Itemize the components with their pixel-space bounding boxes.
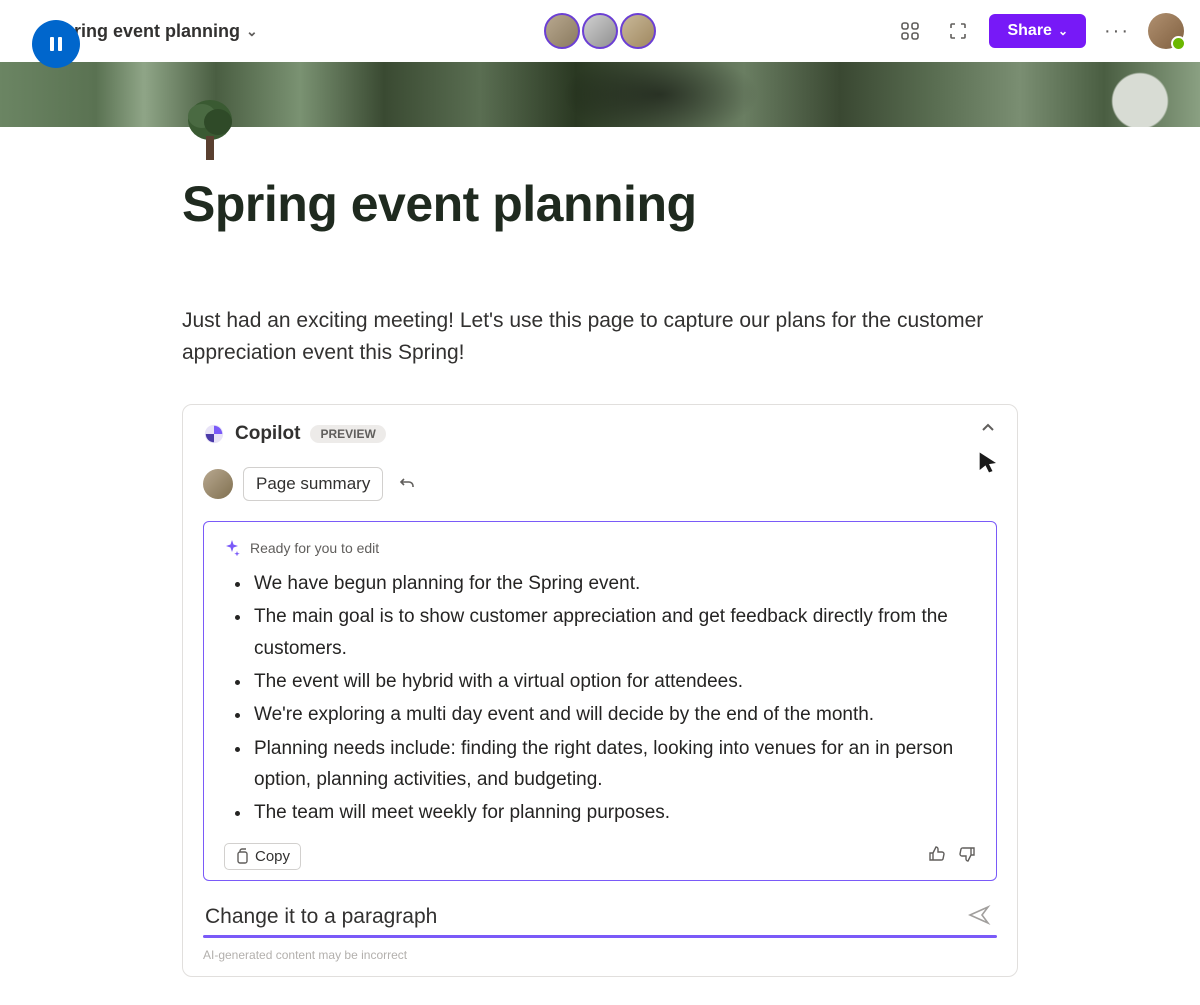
chevron-up-icon: [979, 419, 997, 437]
summary-item[interactable]: We're exploring a multi day event and wi…: [252, 699, 976, 730]
summary-item[interactable]: We have begun planning for the Spring ev…: [252, 568, 976, 599]
response-footer: Copy: [224, 843, 976, 870]
copy-icon: [235, 848, 249, 864]
ready-row: Ready for you to edit: [224, 540, 976, 556]
presence-avatar[interactable]: [620, 13, 656, 49]
capture-button[interactable]: [941, 14, 975, 48]
thumbs-up-button[interactable]: [928, 845, 946, 868]
collapse-button[interactable]: [979, 419, 997, 442]
input-underline: [203, 935, 997, 938]
thumbs-down-button[interactable]: [958, 845, 976, 868]
pause-icon: [46, 34, 66, 54]
undo-button[interactable]: [393, 470, 421, 498]
summary-item[interactable]: Planning needs include: finding the righ…: [252, 733, 976, 796]
presence-avatar[interactable]: [544, 13, 580, 49]
topbar: ring event planning ⌄ Share ⌄ ···: [0, 0, 1200, 62]
presence-avatar[interactable]: [582, 13, 618, 49]
breadcrumb[interactable]: ring event planning ⌄: [74, 21, 258, 42]
summary-item[interactable]: The team will meet weekly for planning p…: [252, 797, 976, 828]
prompt-chip[interactable]: Page summary: [243, 467, 383, 501]
undo-icon: [398, 475, 416, 493]
page-title[interactable]: Spring event planning: [182, 175, 1018, 233]
sparkle-icon: [224, 540, 240, 556]
prompt-row: Page summary: [203, 467, 997, 501]
summary-item[interactable]: The event will be hybrid with a virtual …: [252, 666, 976, 697]
page-intro-text[interactable]: Just had an exciting meeting! Let's use …: [182, 305, 1018, 368]
presence-avatars: [544, 13, 656, 49]
topbar-right: Share ⌄ ···: [893, 13, 1184, 49]
user-prompt-avatar: [203, 469, 233, 499]
copilot-response: Ready for you to edit We have begun plan…: [203, 521, 997, 881]
thumbs-down-icon: [958, 845, 976, 863]
copy-label: Copy: [255, 848, 290, 865]
chevron-down-icon: ⌄: [246, 23, 258, 40]
ellipsis-icon: ···: [1104, 20, 1130, 43]
page-content: Spring event planning Just had an exciti…: [0, 127, 1200, 977]
copilot-header: Copilot PREVIEW: [203, 423, 997, 445]
apps-button[interactable]: [893, 14, 927, 48]
chevron-down-icon: ⌄: [1058, 24, 1068, 38]
apps-icon: [900, 21, 920, 41]
send-button[interactable]: [967, 903, 991, 932]
summary-item[interactable]: The main goal is to show customer apprec…: [252, 601, 976, 664]
share-button[interactable]: Share ⌄: [989, 14, 1086, 48]
copilot-title: Copilot: [235, 423, 300, 445]
copilot-card: Copilot PREVIEW Page summary Ready for y…: [182, 404, 1018, 977]
pause-button[interactable]: [32, 20, 80, 68]
cursor-icon: [975, 449, 1003, 482]
send-icon: [967, 903, 991, 927]
ready-text: Ready for you to edit: [250, 540, 379, 556]
user-avatar[interactable]: [1148, 13, 1184, 49]
share-label: Share: [1007, 22, 1051, 40]
more-button[interactable]: ···: [1100, 14, 1134, 48]
copilot-input-row: [203, 899, 997, 938]
cover-image: [0, 62, 1200, 127]
feedback-buttons: [928, 845, 976, 868]
breadcrumb-title: ring event planning: [74, 21, 240, 42]
copilot-logo-icon: [203, 423, 225, 445]
summary-list[interactable]: We have begun planning for the Spring ev…: [224, 568, 976, 829]
copilot-input[interactable]: [203, 899, 997, 935]
preview-badge: PREVIEW: [310, 425, 385, 443]
page-emoji-icon[interactable]: [182, 96, 238, 166]
capture-icon: [948, 21, 968, 41]
thumbs-up-icon: [928, 845, 946, 863]
copy-button[interactable]: Copy: [224, 843, 301, 870]
ai-disclaimer: AI-generated content may be incorrect: [203, 948, 997, 962]
